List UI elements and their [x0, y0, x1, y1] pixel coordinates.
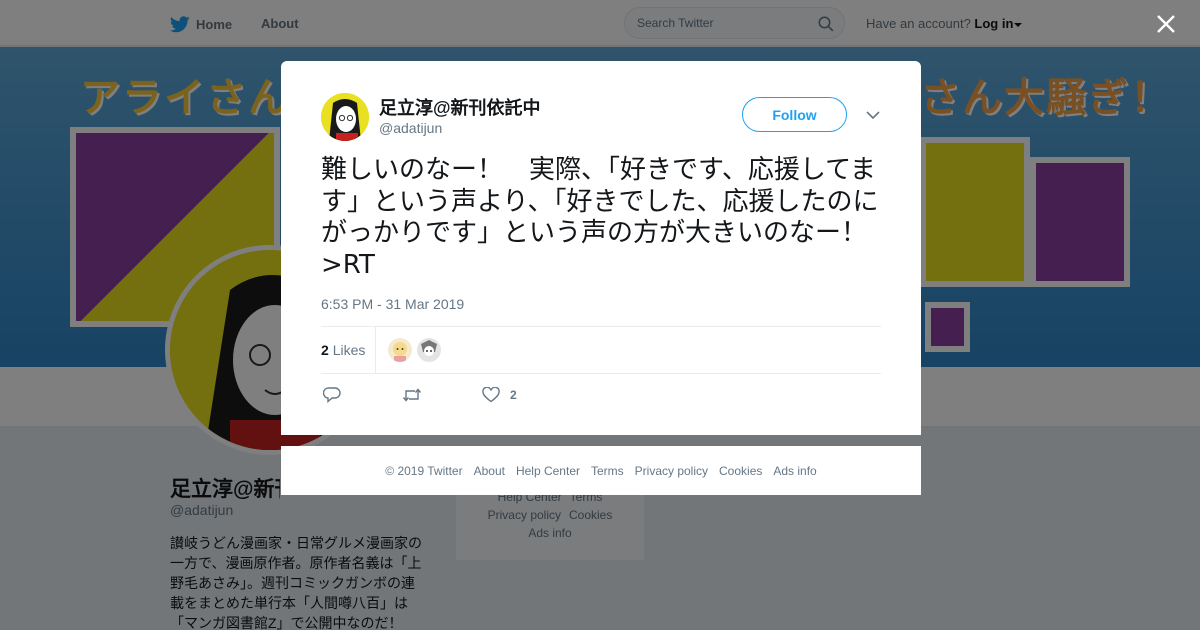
tweet-text: 難しいのなー！ 実際、「好きです、応援してます」という声より、「好きでした、応援… [321, 155, 879, 280]
author-avatar-art [321, 93, 369, 141]
retweet-button[interactable] [402, 385, 422, 405]
heart-icon [482, 387, 500, 403]
footer-link-about[interactable]: About [474, 464, 505, 478]
stat-divider [375, 327, 376, 373]
footer-link-ads-info[interactable]: Ads info [773, 464, 816, 478]
footer-link-terms[interactable]: Terms [591, 464, 624, 478]
tweet-stats: 2 Likes [321, 326, 881, 374]
footer-link-cookies[interactable]: Cookies [719, 464, 762, 478]
footer-link-privacy[interactable]: Privacy policy [635, 464, 708, 478]
tweet-modal: 足立淳@新刊依託中 @adatijun Follow 難しいのなー！ 実際、「好… [281, 61, 921, 435]
liker-avatar[interactable] [417, 338, 441, 362]
reply-button[interactable] [323, 385, 341, 405]
footer-copyright: © 2019 Twitter [385, 463, 463, 478]
like-count: 2 [510, 388, 517, 402]
close-icon[interactable] [1154, 12, 1178, 36]
retweet-icon [402, 388, 422, 402]
modal-footer: © 2019 Twitter About Help Center Terms P… [281, 446, 921, 495]
liker-avatar[interactable] [388, 338, 412, 362]
follow-button[interactable]: Follow [742, 97, 847, 132]
reply-icon [323, 387, 341, 403]
liker-avatar-art [388, 338, 412, 362]
tweet-actions: 2 [321, 385, 621, 407]
liker-avatar-art [417, 338, 441, 362]
tweet-author-name[interactable]: 足立淳@新刊依託中 [379, 94, 541, 120]
like-button[interactable]: 2 [482, 385, 517, 405]
likes-label: Likes [332, 342, 366, 358]
likes-count: 2 [321, 342, 329, 358]
tweet-timestamp[interactable]: 6:53 PM - 31 Mar 2019 [321, 296, 464, 312]
chevron-down-icon[interactable] [866, 109, 880, 121]
likes-stat[interactable]: 2 Likes [321, 342, 365, 358]
footer-link-help-center[interactable]: Help Center [516, 464, 580, 478]
tweet-author-avatar[interactable] [321, 93, 369, 141]
tweet-author-handle[interactable]: @adatijun [379, 120, 442, 136]
